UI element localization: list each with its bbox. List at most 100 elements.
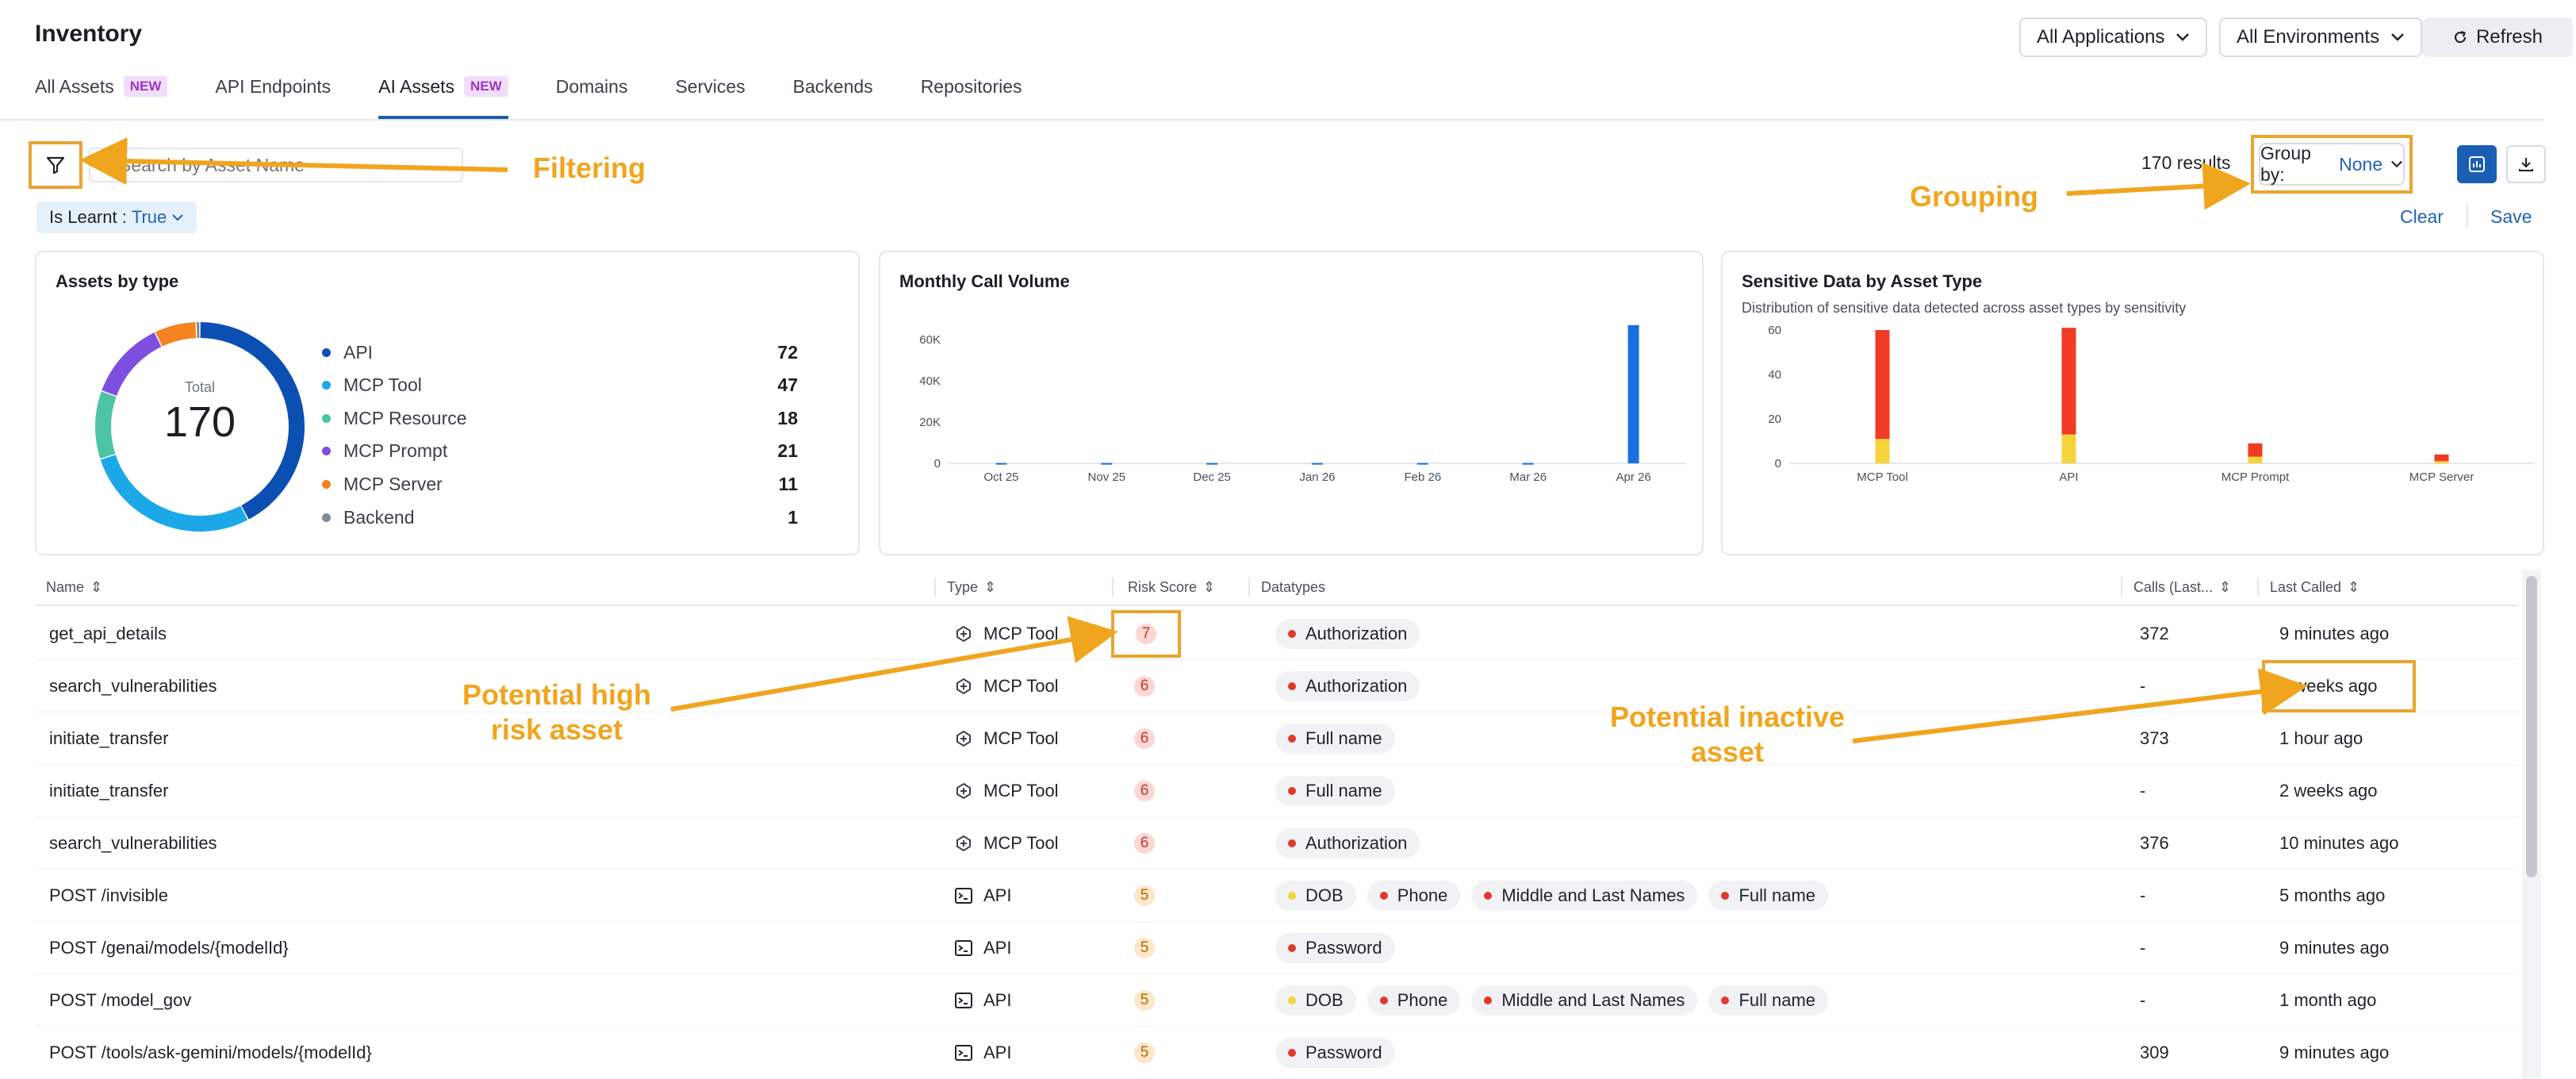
name-cell: initiate_transfer <box>49 712 168 765</box>
tab-repositories[interactable]: Repositories <box>921 73 1022 119</box>
datatype-label: DOB <box>1305 990 1344 1010</box>
table-row[interactable]: search_vulnerabilities MCP Tool 6 Authoriza… <box>35 817 2519 870</box>
legend-dot-icon <box>322 413 331 423</box>
legend-item: Backend 1 <box>322 505 798 530</box>
tab-all-assets[interactable]: All Assets NEW <box>35 73 168 119</box>
type-cell: API <box>955 974 1011 1027</box>
new-badge: NEW <box>123 76 168 97</box>
table-row[interactable]: initiate_transfer MCP Tool 6 Full name - 2 we… <box>35 765 2519 817</box>
table-scrollbar-thumb[interactable] <box>2526 576 2537 877</box>
legend-label: MCP Server <box>343 473 443 494</box>
donut-center-label: Total <box>185 379 215 395</box>
table-row[interactable]: get_api_details MCP Tool 7 Authorization 372… <box>35 608 2519 660</box>
clear-link[interactable]: Clear <box>2400 206 2444 228</box>
x-tick-label: Jan 26 <box>1299 470 1335 484</box>
last-called-value: 9 minutes ago <box>2279 1043 2390 1062</box>
table-row[interactable]: search_vulnerabilities MCP Tool 6 Authoriza… <box>35 660 2519 712</box>
annotation-inactive: Potential inactive asset <box>1602 700 1853 770</box>
calls-value: 372 <box>2140 624 2169 643</box>
refresh-button[interactable]: Refresh <box>2422 17 2573 57</box>
calls-cell: - <box>2140 922 2145 974</box>
column-last-called[interactable]: Last Called ⇕ <box>2270 579 2359 596</box>
datatype-chip: Phone <box>1367 881 1461 911</box>
group-by-select[interactable]: Group by: None <box>2259 143 2405 186</box>
severity-dot-icon <box>1288 682 1296 690</box>
asset-name[interactable]: get_api_details <box>49 624 167 644</box>
annotation-high-risk: Potential high risk asset <box>446 678 668 747</box>
severity-dot-icon <box>1379 892 1388 900</box>
datatypes-cell: Authorization <box>1275 817 1420 870</box>
table-row[interactable]: POST /invisible API 5 DOB Phone Middle and La… <box>35 870 2519 922</box>
asset-name[interactable]: POST /tools/ask-gemini/models/{modelId} <box>49 1043 372 1063</box>
column-label: Calls (Last... <box>2133 579 2214 595</box>
type-cell: API <box>955 1027 1011 1079</box>
tab-backends[interactable]: Backends <box>793 73 873 119</box>
column-name[interactable]: Name ⇕ <box>46 579 102 596</box>
risk-cell: 5 <box>1134 870 1155 922</box>
y-tick-label: 40 <box>1768 368 1781 382</box>
asset-name[interactable]: POST /model_gov <box>49 990 191 1011</box>
column-datatypes[interactable]: Datatypes <box>1261 579 1325 596</box>
tab-api-endpoints[interactable]: API Endpoints <box>215 73 331 119</box>
asset-name[interactable]: search_vulnerabilities <box>49 833 217 854</box>
datatypes-cell: DOB Phone Middle and Last Names Full name <box>1275 870 1829 922</box>
datatype-chip: Full name <box>1708 881 1829 911</box>
type-cell: MCP Tool <box>955 608 1059 660</box>
risk-score-badge: 5 <box>1134 990 1155 1011</box>
asset-name[interactable]: POST /invisible <box>49 885 168 906</box>
table-row[interactable]: POST /genai/models/{modelId} API 5 Password… <box>35 922 2519 974</box>
mcp-tool-icon <box>956 782 971 800</box>
asset-type: API <box>983 1043 1012 1062</box>
filter-chip-is-learnt[interactable]: Is Learnt : True <box>36 202 197 233</box>
column-calls[interactable]: Calls (Last... ⇕ <box>2133 579 2231 596</box>
asset-type: MCP Tool <box>983 833 1059 853</box>
tab-domains[interactable]: Domains <box>556 73 628 119</box>
column-risk-score[interactable]: Risk Score ⇕ <box>1128 579 1215 596</box>
x-tick-label: Dec 25 <box>1193 470 1231 484</box>
asset-name[interactable]: POST /genai/models/{modelId} <box>49 938 289 958</box>
risk-score-badge: 5 <box>1134 885 1155 906</box>
legend-value: 47 <box>777 374 798 396</box>
datatype-chip: Password <box>1275 933 1395 963</box>
sort-icon: ⇕ <box>2348 579 2360 595</box>
calls-value: 309 <box>2140 1043 2169 1062</box>
table-row[interactable]: POST /model_gov API 5 DOB Phone Middle and La… <box>35 974 2519 1027</box>
last-called-cell: 2 weeks ago <box>2262 660 2416 712</box>
tab-label: AI Assets <box>378 76 455 97</box>
download-button[interactable] <box>2506 145 2546 183</box>
datatype-label: Authorization <box>1305 676 1408 696</box>
legend-label: Backend <box>343 506 415 528</box>
datatype-label: Authorization <box>1305 624 1408 643</box>
asset-name[interactable]: initiate_transfer <box>49 728 168 749</box>
table-row[interactable]: POST /tools/ask-gemini/models/{modelId} A… <box>35 1027 2519 1079</box>
tab-services[interactable]: Services <box>675 73 745 119</box>
applications-select[interactable]: All Applications <box>2019 17 2208 57</box>
datatype-label: Full name <box>1305 781 1382 801</box>
bar-segment <box>2248 443 2263 457</box>
datatype-chip: DOB <box>1275 985 1356 1016</box>
table-row[interactable]: initiate_transfer MCP Tool 6 Full name 373 1 … <box>35 712 2519 765</box>
card-title: Assets by type <box>56 271 179 291</box>
chevron-down-icon <box>2391 160 2402 168</box>
column-divider <box>2121 578 2122 597</box>
last-called-cell: 10 minutes ago <box>2279 817 2398 870</box>
donut-total: 170 <box>164 398 236 446</box>
calls-cell: 309 <box>2140 1027 2169 1079</box>
asset-name[interactable]: initiate_transfer <box>49 781 168 801</box>
environments-select[interactable]: All Environments <box>2219 17 2423 57</box>
search-input[interactable] <box>89 148 463 182</box>
datatype-chip: Full name <box>1275 724 1395 754</box>
chart-toggle-button[interactable] <box>2457 145 2497 183</box>
calls-value: - <box>2140 990 2146 1010</box>
api-terminal-icon <box>955 888 972 904</box>
asset-name[interactable]: search_vulnerabilities <box>49 676 217 697</box>
column-label: Type <box>947 579 979 595</box>
api-terminal-icon <box>955 993 972 1008</box>
tab-ai-assets[interactable]: AI Assets NEW <box>378 73 508 119</box>
filter-button[interactable] <box>29 141 82 189</box>
column-type[interactable]: Type ⇕ <box>947 579 996 596</box>
chevron-down-icon <box>2391 33 2404 41</box>
type-cell: API <box>955 870 1011 922</box>
save-link[interactable]: Save <box>2490 206 2532 228</box>
legend-dot-icon <box>322 479 331 489</box>
